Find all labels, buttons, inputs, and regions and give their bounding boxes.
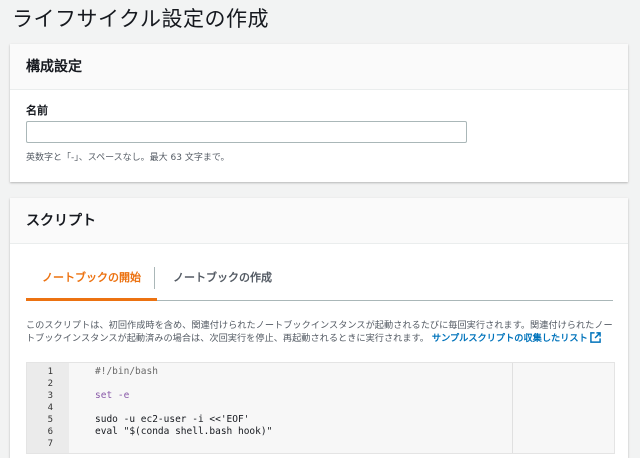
line-number: 1: [47, 367, 53, 377]
code-line: sudo -u ec2-user -i <<'EOF': [95, 414, 250, 425]
line-number: 2: [47, 379, 53, 389]
code-line: #!/bin/bash: [95, 366, 158, 377]
tab-notebook-create[interactable]: ノートブックの作成: [157, 266, 288, 298]
code-line: set -e: [95, 390, 130, 401]
name-label: 名前: [26, 104, 48, 117]
code-editor[interactable]: 1 2 3 4 5 6 7 #!/bin/bash set -e sudo -u…: [26, 362, 615, 454]
name-input[interactable]: [26, 121, 467, 143]
line-number: 5: [47, 415, 53, 425]
script-tabs: ノートブックの開始 ノートブックの作成: [26, 266, 613, 301]
script-heading: スクリプト: [10, 198, 628, 244]
tab-divider: [154, 267, 155, 289]
editor-side-strip: [512, 363, 614, 453]
line-number: 3: [47, 391, 53, 401]
code-text-area[interactable]: #!/bin/bash set -e sudo -u ec2-user -i <…: [69, 363, 512, 453]
line-number: 7: [47, 439, 53, 449]
config-panel: 構成設定 名前 英数字と「-」、スペースなし。最大 63 文字まで。: [10, 44, 628, 182]
config-heading: 構成設定: [10, 44, 628, 90]
name-hint: 英数字と「-」、スペースなし。最大 63 文字まで。: [26, 153, 230, 163]
line-number: 4: [47, 403, 53, 413]
tab-notebook-start[interactable]: ノートブックの開始: [26, 266, 157, 301]
script-description: このスクリプトは、初回作成時を含め、関連付けられたノートブックインスタンスが起動…: [26, 319, 614, 347]
line-number-gutter: 1 2 3 4 5 6 7: [27, 363, 69, 453]
line-number: 6: [47, 427, 53, 437]
sample-scripts-link[interactable]: サンプルスクリプトの収集したリスト: [432, 332, 601, 347]
external-link-icon: [589, 332, 601, 347]
page-title: ライフサイクル設定の作成: [12, 7, 269, 31]
code-line: eval "$(conda shell.bash hook)": [95, 426, 273, 437]
script-panel: スクリプト ノートブックの開始 ノートブックの作成 このスクリプトは、初回作成時…: [10, 198, 628, 458]
